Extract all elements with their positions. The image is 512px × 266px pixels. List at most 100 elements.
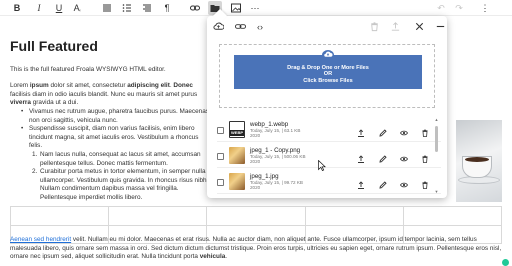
mouse-cursor-icon: [318, 160, 326, 171]
file-manager-popup: ‹› Drag & Drop One or More Files OR Clic…: [207, 8, 447, 198]
coffee-shape: [465, 157, 489, 162]
file-name: jpeg_1 - Copy.png: [250, 147, 301, 154]
file-date: Today, July 15,: [250, 128, 281, 133]
scroll-up-arrow[interactable]: ▲: [434, 118, 439, 122]
file-year: 2020: [250, 133, 261, 139]
file-year: 2020: [250, 185, 261, 191]
p2-bold-viverra: viverra: [10, 99, 31, 107]
document-title: Full Featured: [10, 38, 98, 54]
file-checkbox[interactable]: [217, 179, 224, 186]
close-icon[interactable]: [412, 20, 426, 34]
scroll-down-arrow[interactable]: ▼: [434, 190, 439, 194]
numbered-item: Nam lacus nulla, consequat ac lacus sit …: [40, 150, 201, 167]
bold-button[interactable]: B: [10, 1, 24, 15]
bullet-list: Vivamus nec rutrum augue, pharetra fauci…: [20, 108, 210, 203]
scroll-thumb[interactable]: [435, 126, 438, 152]
view-file-icon[interactable]: [398, 124, 410, 136]
vehicula-bold: vehicula: [199, 253, 226, 261]
trash-icon[interactable]: [367, 20, 381, 34]
table-cell[interactable]: [9, 206, 110, 226]
edit-file-icon[interactable]: [377, 176, 389, 189]
image-thumbnail: [229, 173, 245, 190]
file-date: Today, July 15,: [250, 180, 281, 185]
more-options-icon[interactable]: ⋯: [248, 1, 262, 15]
sublist-number: 1.: [32, 150, 38, 158]
bullet-item: Vivamus nec rutrum augue, pharetra fauci…: [20, 108, 210, 125]
upload-file-icon[interactable]: [355, 150, 367, 163]
aenean-paragraph: Aenean sed hendrerit velit. Nullam eu mi…: [10, 236, 502, 262]
p2-text-a: Lorem: [10, 82, 30, 89]
delete-file-icon[interactable]: [419, 124, 431, 137]
browse-text: Click Browse Files: [303, 77, 353, 84]
file-meta: Today, July 15, | 500.06 KB 2020: [250, 154, 306, 165]
cloud-upload-icon: [322, 50, 334, 60]
insert-link-icon[interactable]: [188, 1, 202, 15]
intro-paragraph: This is the full featured Froala WYSIWYG…: [10, 66, 166, 73]
image-thumbnail: [229, 147, 245, 164]
lorem-paragraph: Lorem ipsum dolor sit amet, consectetur …: [10, 82, 210, 108]
edit-file-icon[interactable]: [377, 150, 389, 163]
more-menu-icon[interactable]: ⋮: [478, 1, 492, 15]
aenean-text: velit. Nullam eu mi dolor. Maecenas et e…: [10, 236, 502, 261]
file-checkbox[interactable]: [217, 127, 224, 134]
redo-icon[interactable]: ↷: [452, 1, 466, 15]
table-cell[interactable]: [206, 206, 306, 226]
sublist-number: 2.: [32, 168, 38, 176]
undo-icon[interactable]: ↶: [434, 1, 448, 15]
embed-code-icon[interactable]: ‹›: [253, 20, 267, 34]
aenean-link[interactable]: Aenean sed hendrerit: [10, 236, 71, 243]
file-meta: Today, July 15, | 99.72 KB 2020: [250, 180, 303, 191]
p2-bold-ipsum: ipsum: [29, 82, 49, 89]
view-file-icon[interactable]: [398, 176, 410, 188]
minimize-icon[interactable]: [433, 20, 447, 34]
ordered-list-icon[interactable]: [120, 1, 134, 15]
status-dot: [502, 259, 509, 266]
delete-file-icon[interactable]: [419, 150, 431, 163]
align-icon[interactable]: [100, 1, 114, 15]
period: .: [225, 253, 228, 261]
insert-upload-icon[interactable]: [388, 20, 402, 34]
file-size: | 500.06 KB: [281, 154, 306, 159]
cloud-upload-icon[interactable]: [211, 20, 225, 34]
file-checkbox[interactable]: [217, 153, 224, 160]
webp-file-icon: WEBP: [229, 121, 245, 138]
file-name: jpeg_1.jpg: [250, 173, 279, 180]
p2-text-i: gravida ut a dui.: [30, 99, 79, 107]
link-icon[interactable]: [233, 20, 247, 34]
p2-text-g: facilisis diam in odio iaculis blandit. …: [10, 90, 198, 98]
table-cell[interactable]: [304, 206, 404, 226]
webp-label: WEBP: [230, 130, 244, 136]
file-row[interactable]: jpeg_1 - Copy.png Today, July 15, | 500.…: [217, 144, 441, 168]
file-size: | 99.72 KB: [281, 180, 303, 185]
p2-bold-donec: Donec: [173, 82, 193, 89]
bullet-item: Suspendisse suscipit, diam non varius fa…: [20, 125, 210, 151]
editor-toolbar: B I U Aᵢ ¶ ⋯ ↶ ↷ ⋮: [0, 0, 512, 16]
unordered-list-icon[interactable]: [140, 1, 154, 15]
table-cell[interactable]: [108, 206, 208, 226]
underline-button[interactable]: U: [52, 1, 66, 15]
file-year: 2020: [250, 159, 261, 165]
file-row[interactable]: WEBP webp_1.webp Today, July 15, | 63.1 …: [217, 118, 441, 142]
upload-file-icon[interactable]: [355, 124, 367, 137]
insert-image-icon[interactable]: [229, 1, 243, 15]
font-size-button[interactable]: Aᵢ: [70, 1, 84, 15]
browse-files-button[interactable]: Drag & Drop One or More Files OR Click B…: [234, 50, 422, 89]
table-cell[interactable]: [402, 206, 503, 226]
file-manager-header: ‹›: [207, 16, 447, 38]
upload-file-icon[interactable]: [355, 176, 367, 189]
font-size-small-icon: ᵢ: [79, 7, 81, 13]
file-list-scrollbar[interactable]: ▲ ▼: [434, 118, 439, 194]
numbered-item: Curabitur porta metus in tortor elementu…: [40, 168, 209, 201]
file-list: WEBP webp_1.webp Today, July 15, | 63.1 …: [217, 118, 441, 196]
numbered-sublist: 1. Nam lacus nulla, consequat ac lacus si…: [20, 151, 210, 203]
file-drop-zone[interactable]: Drag & Drop One or More Files OR Click B…: [219, 44, 435, 108]
p2-bold-adipiscing: adipiscing elit: [127, 82, 170, 89]
view-file-icon[interactable]: [398, 150, 410, 162]
file-meta: Today, July 15, | 63.1 KB 2020: [250, 128, 300, 139]
file-row[interactable]: jpeg_1.jpg Today, July 15, | 99.72 KB 202…: [217, 170, 441, 194]
file-name: webp_1.webp: [250, 121, 289, 128]
delete-file-icon[interactable]: [419, 176, 431, 189]
paragraph-format-icon[interactable]: ¶: [160, 1, 174, 15]
edit-file-icon[interactable]: [377, 124, 389, 137]
italic-button[interactable]: I: [32, 1, 46, 15]
